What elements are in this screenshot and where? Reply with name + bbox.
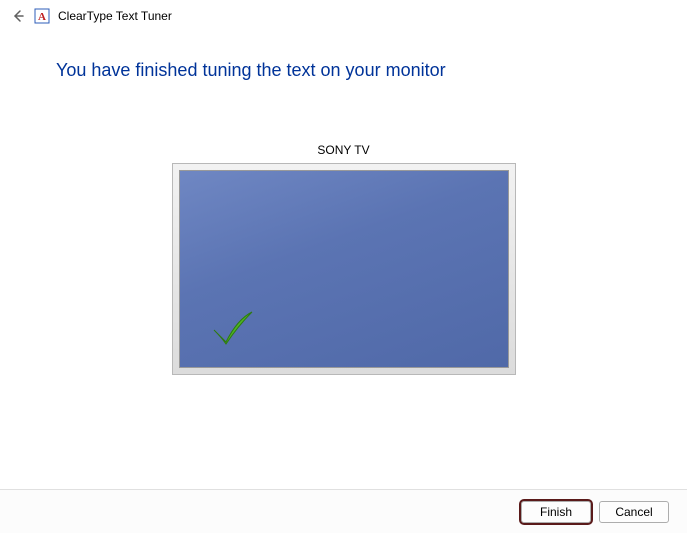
checkmark-icon (208, 308, 256, 353)
dialog-footer: Finish Cancel (0, 489, 687, 533)
window-header: A ClearType Text Tuner (0, 0, 687, 32)
svg-text:A: A (38, 11, 46, 23)
finish-button[interactable]: Finish (521, 501, 591, 523)
monitor-frame (172, 163, 516, 375)
cancel-button[interactable]: Cancel (599, 501, 669, 523)
page-heading: You have finished tuning the text on you… (0, 32, 687, 81)
monitor-name-label: SONY TV (0, 143, 687, 157)
monitor-screen (179, 170, 509, 368)
cleartype-app-icon: A (34, 8, 50, 24)
window-title: ClearType Text Tuner (58, 9, 172, 23)
finish-button-highlight: Finish (521, 501, 591, 523)
back-arrow-icon[interactable] (10, 8, 26, 24)
monitor-preview-container (0, 163, 687, 375)
